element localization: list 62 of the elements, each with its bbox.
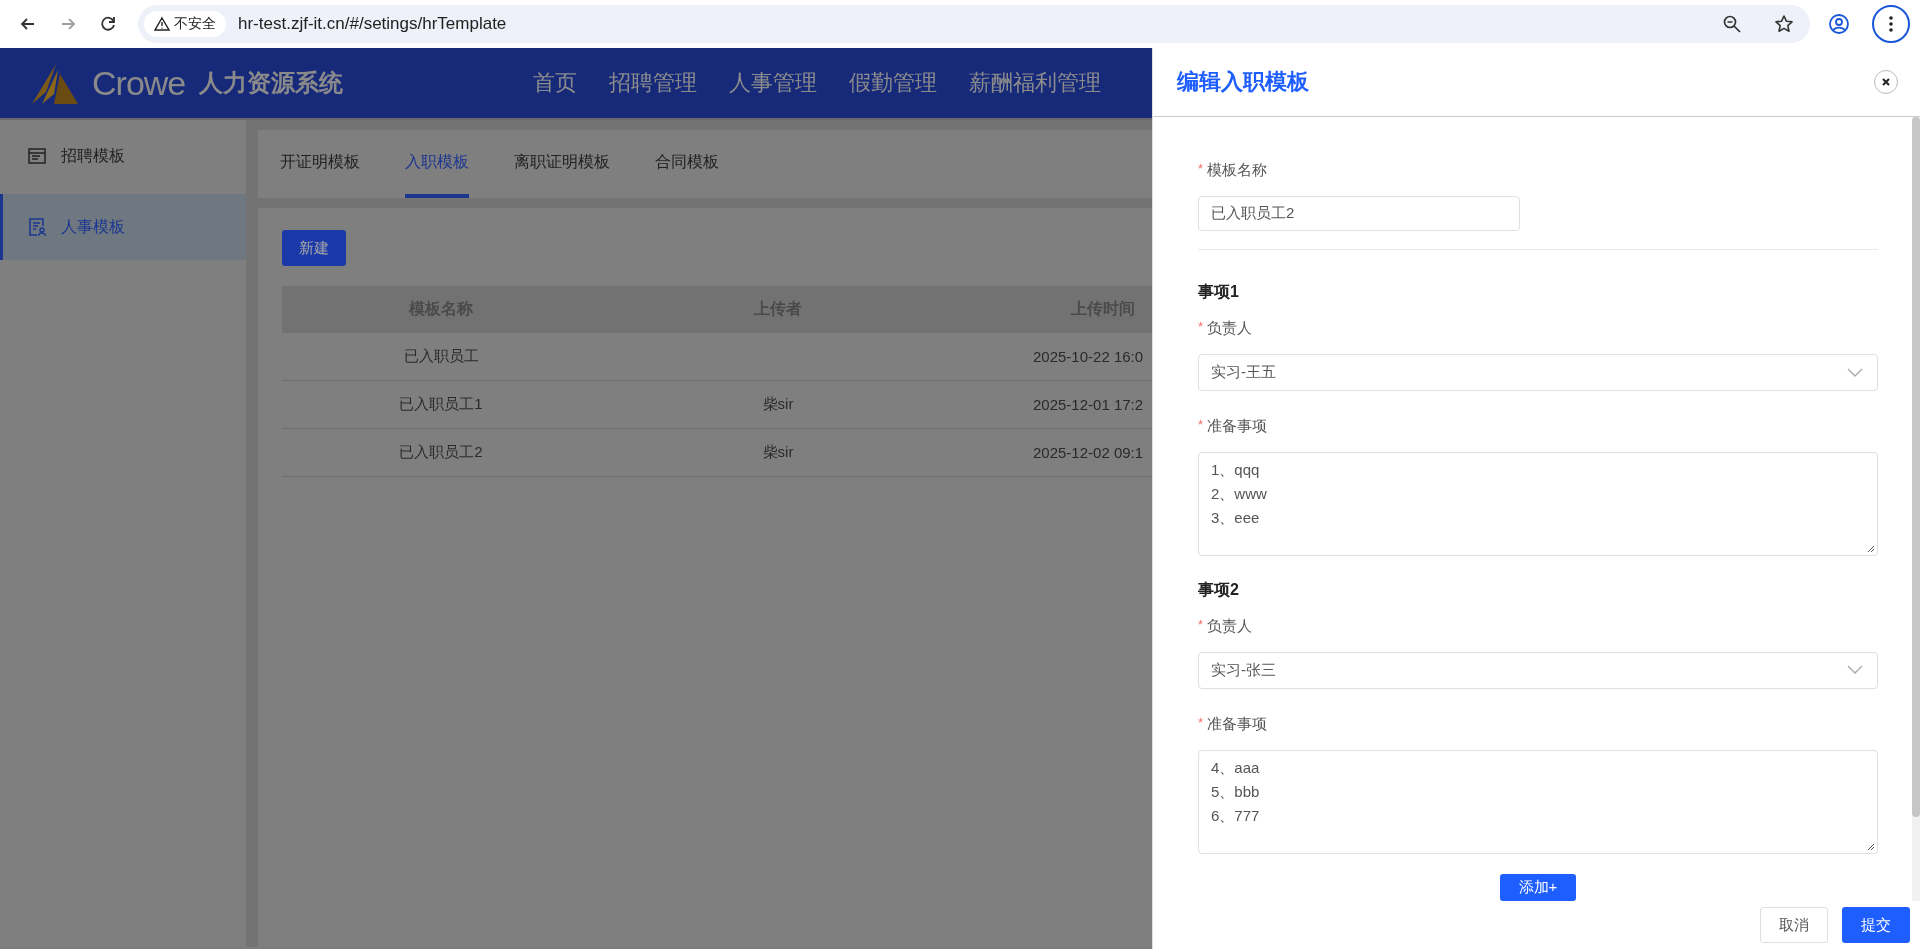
textarea-field[interactable]: 1、qqq 2、www 3、eee: [1198, 452, 1878, 556]
tab[interactable]: 合同模板: [655, 130, 719, 198]
field-label: 模板名称: [1207, 161, 1268, 180]
tab[interactable]: 开证明模板: [280, 130, 360, 198]
tab[interactable]: 离职证明模板: [514, 130, 610, 198]
required-asterisk: *: [1198, 417, 1204, 435]
input-field[interactable]: 已入职员工2: [1198, 196, 1520, 232]
resize-grip-icon[interactable]: [1867, 842, 1875, 851]
field-label: 负责人: [1207, 319, 1253, 339]
zoom-icon[interactable]: [1722, 14, 1742, 34]
more-icon: [1889, 16, 1893, 32]
select-field[interactable]: 实习-张三: [1198, 651, 1878, 689]
chevron-down-icon: [1847, 665, 1863, 676]
nav-link[interactable]: 首页: [533, 68, 578, 98]
table-cell: 已入职员工1: [399, 395, 483, 412]
textarea-field[interactable]: 4、aaa 5、bbb 6、777: [1198, 750, 1878, 854]
close-icon: [1881, 77, 1891, 87]
submit-button[interactable]: 提交: [1842, 907, 1910, 943]
brand-name: Crowe: [92, 63, 186, 103]
nav-link[interactable]: 招聘管理: [609, 68, 698, 98]
tab[interactable]: 入职模板: [405, 130, 469, 198]
table-cell: 已入职员工: [403, 347, 479, 364]
star-icon[interactable]: [1774, 14, 1794, 34]
system-name: 人力资源系统: [199, 68, 344, 98]
new-button[interactable]: 新建: [282, 230, 346, 266]
sidebar-item[interactable]: 人事模板: [0, 194, 246, 260]
close-button[interactable]: [1874, 70, 1898, 94]
warning-icon: [154, 16, 170, 32]
table-cell: 柴sir: [762, 395, 794, 412]
table-cell: 已入职员工2: [399, 443, 483, 460]
add-button[interactable]: 添加+: [1500, 873, 1576, 901]
table-cell: 柴sir: [762, 443, 794, 460]
person-document-icon: [27, 217, 47, 237]
drawer-title: 编辑入职模板: [1177, 68, 1309, 96]
nav-link[interactable]: 假勤管理: [849, 68, 938, 98]
menu-button[interactable]: [1872, 5, 1910, 43]
profile-icon[interactable]: [1828, 13, 1850, 35]
table-cell: 2025-12-01 17:2: [1033, 396, 1144, 413]
reload-icon: [98, 14, 118, 34]
select-field[interactable]: 实习-王五: [1198, 354, 1878, 392]
address-bar[interactable]: 不安全 hr-test.zjf-it.cn/#/setings/hrTemplate: [138, 5, 1810, 43]
sidebar-item[interactable]: 招聘模板: [0, 120, 246, 192]
nav-link[interactable]: 薪酬福利管理: [969, 68, 1102, 98]
required-asterisk: *: [1198, 161, 1204, 178]
url-text: hr-test.zjf-it.cn/#/setings/hrTemplate: [238, 14, 508, 34]
section-heading: 事项2: [1198, 579, 1240, 600]
field-label: 准备事项: [1207, 715, 1268, 734]
table-cell: 2025-12-02 09:1: [1033, 444, 1144, 461]
field-label: 准备事项: [1207, 417, 1268, 437]
field-label: 负责人: [1207, 616, 1253, 636]
table-cell: 2025-10-22 16:0: [1033, 348, 1144, 365]
chevron-down-icon: [1847, 367, 1863, 378]
required-asterisk: *: [1198, 715, 1204, 732]
section-heading: 事项1: [1198, 282, 1240, 303]
security-chip[interactable]: 不安全: [144, 11, 226, 37]
required-asterisk: *: [1198, 319, 1204, 337]
cancel-button[interactable]: 取消: [1760, 907, 1828, 943]
nav-link[interactable]: 人事管理: [729, 68, 818, 98]
document-icon: [27, 146, 47, 166]
resize-grip-icon[interactable]: [1867, 544, 1875, 553]
required-asterisk: *: [1198, 616, 1204, 634]
scrollbar[interactable]: [1912, 117, 1920, 901]
